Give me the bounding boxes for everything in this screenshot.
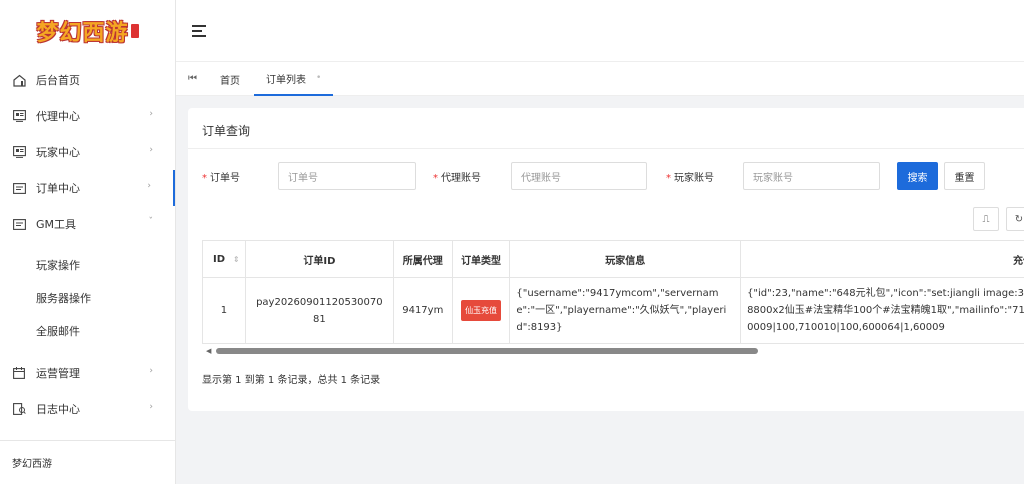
log-icon bbox=[12, 402, 26, 416]
refresh-icon: ↻ bbox=[1014, 213, 1024, 225]
order-query-card: 订单查询 * 订单号 订单号 * 代理账号 代理账号 * 玩家账号 玩家账号 搜索 重… bbox=[188, 108, 1024, 411]
sidebar-item-operations[interactable]: 运营管理 › bbox=[0, 355, 175, 391]
refresh-button[interactable]: ↻ bbox=[1006, 207, 1024, 231]
tab-label: 订单列表 bbox=[266, 74, 306, 86]
cell-recharge-info: {"id":23,"name":"648元礼包","icon":"set:jia… bbox=[740, 277, 1024, 344]
agent-account-label: * 代理账号 bbox=[433, 173, 481, 184]
menu-toggle-icon[interactable] bbox=[192, 25, 206, 37]
sidebar-item-label: 日志中心 bbox=[36, 403, 80, 416]
top-header bbox=[176, 0, 1024, 62]
sidebar-item-order[interactable]: 订单中心 › bbox=[0, 170, 175, 206]
sidebar-item-label: 玩家中心 bbox=[36, 146, 80, 159]
cell-order-id: pay20260901120530070​81 bbox=[244, 277, 394, 344]
player-icon bbox=[12, 145, 26, 159]
tab-label: 首页 bbox=[220, 75, 240, 87]
sidebar-item-player[interactable]: 玩家中心 › bbox=[0, 134, 175, 170]
order-table: ID⇕ 订单ID 所属代理 订单类型 玩家信息 充值 1 pay20260901… bbox=[202, 240, 1024, 354]
sidebar-item-agent[interactable]: 代理中心 › bbox=[0, 98, 175, 134]
sidebar-item-logs[interactable]: 日志中心 › bbox=[0, 391, 175, 427]
order-no-label: * 订单号 bbox=[202, 173, 240, 184]
chevron-right-icon: › bbox=[149, 366, 153, 376]
order-type-badge: 仙玉充值 bbox=[461, 300, 502, 321]
home-icon bbox=[12, 73, 26, 87]
agent-icon bbox=[12, 109, 26, 123]
table-header-agent: 所属代理 bbox=[392, 240, 453, 278]
table-header-order-type: 订单类型 bbox=[451, 240, 511, 278]
player-account-label: * 玩家账号 bbox=[666, 173, 714, 184]
sidebar-subitem-server-ops[interactable]: 服务器操作 bbox=[0, 281, 175, 314]
columns-icon: ⎍ bbox=[982, 213, 990, 225]
close-icon[interactable]: • bbox=[316, 73, 321, 83]
horizontal-scrollbar[interactable]: ◀ bbox=[202, 347, 1024, 355]
chevron-right-icon: › bbox=[149, 402, 153, 412]
sidebar-subitem-global-mail[interactable]: 全服邮件 bbox=[0, 314, 175, 347]
chevron-right-icon: › bbox=[149, 109, 153, 119]
calendar-icon bbox=[12, 366, 26, 380]
card-title: 订单查询 bbox=[202, 124, 251, 138]
table-header-recharge: 充值 bbox=[740, 240, 1024, 278]
cell-order-type: 仙玉充值 bbox=[451, 277, 511, 344]
reset-button[interactable]: 重置 bbox=[944, 162, 985, 190]
cell-player-info: {"username":"9417ymcom","servername":"一区… bbox=[509, 277, 742, 344]
table-header-player-info: 玩家信息 bbox=[509, 240, 742, 278]
sidebar-footer: 梦幻西游 bbox=[0, 440, 176, 484]
sidebar-item-gm-tool[interactable]: GM工具 ˇ bbox=[0, 206, 175, 242]
sort-icon[interactable]: ⇕ bbox=[233, 255, 240, 264]
sidebar-item-label: 代理中心 bbox=[36, 110, 80, 123]
sidebar: 梦幻西游 后台首页 代理中心 › 玩家中心 › 订单中心 › GM工具 ˇ 玩家… bbox=[0, 0, 176, 484]
sidebar-item-label: 订单中心 bbox=[36, 182, 80, 195]
logo: 梦幻西游 bbox=[0, 0, 175, 62]
scrollbar-thumb[interactable] bbox=[216, 348, 758, 354]
cell-id: 1 bbox=[202, 277, 246, 344]
tabs-scroll-left-icon[interactable]: ⏮ bbox=[188, 73, 197, 84]
sidebar-item-label: GM工具 bbox=[36, 218, 77, 231]
sidebar-item-label: 后台首页 bbox=[36, 74, 80, 87]
logo-badge bbox=[130, 24, 139, 38]
pagination-info: 显示第 1 到第 1 条记录，总共 1 条记录 bbox=[202, 375, 381, 386]
gm-tool-icon bbox=[12, 217, 26, 231]
column-toggle-button[interactable]: ⎍ bbox=[973, 207, 999, 231]
chevron-right-icon: › bbox=[147, 181, 151, 191]
table-row: 1 pay20260901120530070​81 9417ym 仙玉充值 {"… bbox=[202, 277, 1024, 344]
table-header-row: ID⇕ 订单ID 所属代理 订单类型 玩家信息 充值 bbox=[202, 240, 1024, 278]
required-mark: * bbox=[202, 173, 207, 184]
search-button[interactable]: 搜索 bbox=[897, 162, 938, 190]
divider bbox=[188, 148, 1024, 149]
sidebar-item-label: 运营管理 bbox=[36, 367, 80, 380]
cell-agent: 9417ym bbox=[392, 277, 453, 344]
player-account-input[interactable]: 玩家账号 bbox=[743, 162, 880, 190]
scroll-left-icon[interactable]: ◀ bbox=[206, 347, 211, 355]
tab-order-list[interactable]: 订单列表 • bbox=[254, 62, 334, 96]
table-header-id[interactable]: ID ⇕ bbox=[202, 240, 246, 278]
tab-home[interactable]: 首页 bbox=[220, 62, 240, 96]
required-mark: * bbox=[433, 173, 438, 184]
sidebar-subitem-player-ops[interactable]: 玩家操作 bbox=[0, 248, 175, 281]
order-no-input[interactable]: 订单号 bbox=[278, 162, 416, 190]
agent-account-input[interactable]: 代理账号 bbox=[511, 162, 647, 190]
sidebar-item-home[interactable]: 后台首页 bbox=[0, 62, 175, 98]
chevron-right-icon: › bbox=[149, 145, 153, 155]
tabs-bar: ⏮ 首页 订单列表 • bbox=[176, 62, 1024, 96]
logo-text: 梦幻西游 bbox=[36, 21, 129, 46]
chevron-down-icon: ˇ bbox=[148, 217, 154, 227]
required-mark: * bbox=[666, 173, 671, 184]
order-icon bbox=[12, 181, 26, 195]
table-header-order-id: 订单ID bbox=[244, 240, 394, 278]
